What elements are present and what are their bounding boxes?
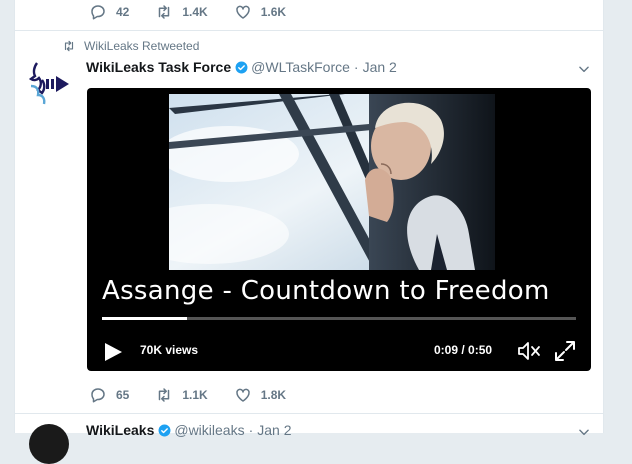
reply-button[interactable]: 42 [89,3,129,21]
reply-icon [91,388,105,403]
reply-button[interactable]: 65 [89,386,129,404]
video-time: 0:09 / 0:50 [434,343,493,357]
tweet-header: WikiLeaks Task Force @WLTaskForce · Jan … [86,59,397,75]
fullname[interactable]: WikiLeaks Task Force [86,59,231,75]
retweet-icon [159,388,170,402]
like-button[interactable]: 1.8K [234,386,286,404]
handle[interactable]: @wikileaks [174,422,244,438]
retweet-count: 1.4K [182,5,208,19]
separator-dot: · [248,422,254,438]
like-icon [235,5,250,19]
like-icon [235,388,250,402]
retweet-button[interactable]: 1.4K [155,3,208,21]
avatar[interactable] [29,424,69,464]
verified-badge-icon [158,424,171,436]
separator-dot: · [353,59,359,75]
retweet-icon [159,5,170,19]
play-icon[interactable] [103,342,123,362]
tweet-date[interactable]: Jan 2 [257,422,291,438]
tweet-date[interactable]: Jan 2 [363,59,397,75]
reply-count: 65 [116,388,130,402]
retweet-context[interactable]: WikiLeaks Retweeted [62,39,199,53]
mute-icon[interactable] [517,340,541,362]
prev-tweet-actions: 42 1.4K 1.6K [89,3,312,21]
video-progress-fill [102,317,188,320]
timeline: 42 1.4K 1.6K WikiLeaks Retweeted WikiLea… [14,0,604,464]
retweet-context-label: WikiLeaks Retweeted [84,39,200,53]
verified-badge-icon [235,61,248,73]
video-title: Assange - Countdown to Freedom [102,276,550,306]
reply-count: 42 [116,5,130,19]
chevron-down-icon[interactable] [577,62,591,76]
video-views: 70K views [140,343,199,357]
tweet-divider [15,30,603,31]
reply-icon [91,5,105,20]
tweet-divider [15,413,603,414]
next-tweet-header: WikiLeaks @wikileaks · Jan 2 [86,422,292,438]
chevron-down-icon[interactable] [577,425,591,439]
handle[interactable]: @WLTaskForce [251,59,350,75]
fullscreen-icon[interactable] [554,340,576,362]
like-count: 1.6K [260,5,287,19]
tweet-actions: 65 1.1K 1.8K [89,386,312,404]
avatar[interactable] [27,60,75,108]
video-thumbnail [169,94,495,270]
retweet-icon [64,40,74,52]
video-player[interactable]: Assange - Countdown to Freedom 70K views… [87,88,591,371]
retweet-button[interactable]: 1.1K [155,386,208,404]
fullname[interactable]: WikiLeaks [86,422,154,438]
like-count: 1.8K [260,388,287,402]
like-button[interactable]: 1.6K [234,3,286,21]
retweet-count: 1.1K [182,388,208,402]
video-progress-bar[interactable] [102,317,576,320]
